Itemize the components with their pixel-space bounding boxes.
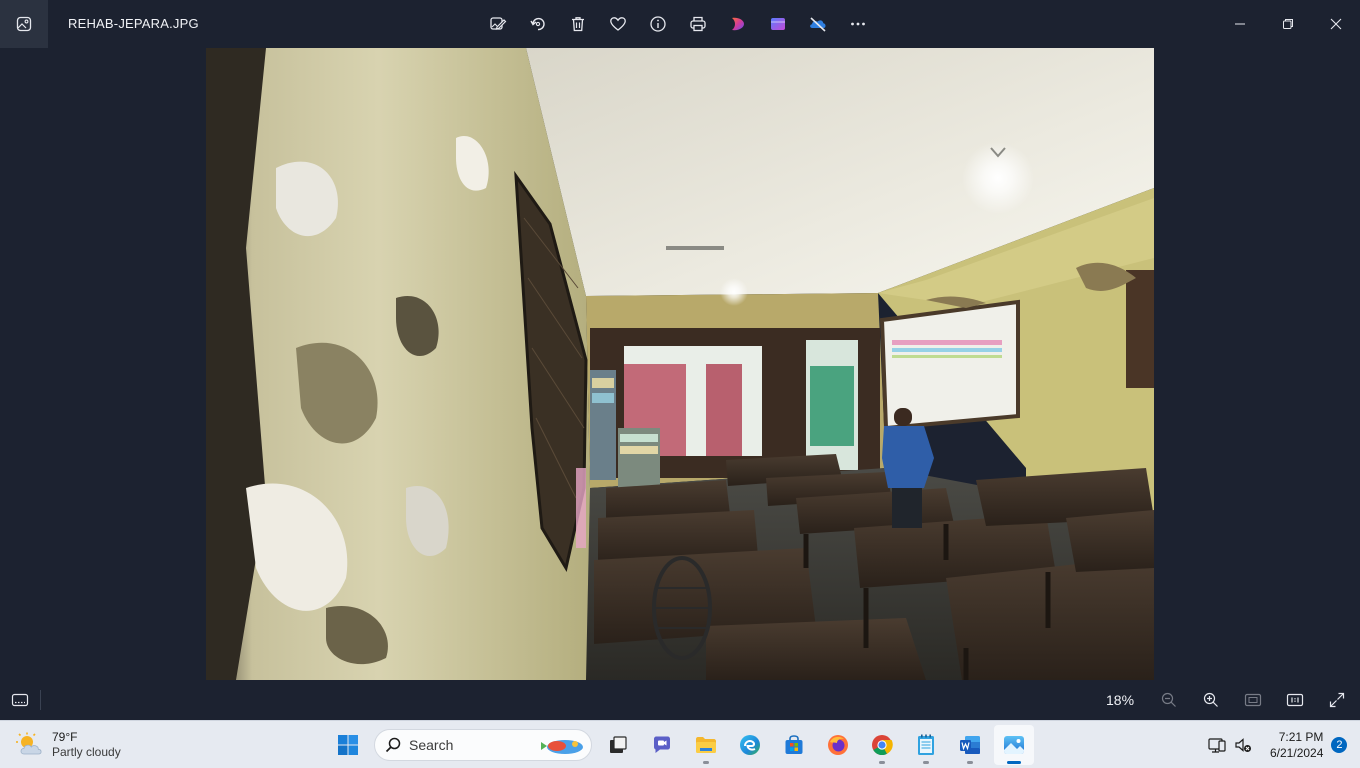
word-icon (960, 736, 980, 754)
chrome-button[interactable] (862, 725, 902, 765)
rotate-icon (530, 17, 545, 31)
title-bar: REHAB-JEPARA.JPG (0, 0, 1360, 48)
search-placeholder: Search (409, 737, 454, 753)
minimize-button[interactable] (1216, 0, 1264, 48)
edit-image-button[interactable] (478, 4, 518, 44)
full-screen-button[interactable] (1316, 680, 1358, 720)
restore-button[interactable] (1264, 0, 1312, 48)
clock-date: 6/21/2024 (1270, 746, 1324, 760)
zoom-level: 18% (1106, 692, 1135, 708)
edge-button[interactable] (730, 725, 770, 765)
notepad-icon (918, 734, 934, 755)
firefox-icon (828, 735, 848, 755)
photos-app-icon[interactable] (0, 0, 48, 48)
weather-temperature: 79°F (52, 730, 78, 744)
volume-tray-button[interactable] (1230, 725, 1256, 765)
edit-image-icon (490, 17, 507, 30)
clipchamp-icon (732, 17, 744, 31)
taskbar-apps: Search (328, 725, 1038, 765)
task-view-icon (610, 736, 627, 753)
info-button[interactable] (638, 4, 678, 44)
teams-chat-button[interactable] (642, 725, 682, 765)
more-icon (851, 22, 865, 26)
image-toolbar (478, 4, 878, 44)
search-highlight-icon (541, 740, 583, 754)
start-button[interactable] (328, 725, 368, 765)
zoom-controls (1148, 680, 1358, 720)
active-indicator (1007, 761, 1021, 764)
expand-icon (1329, 692, 1345, 708)
onedrive-button[interactable] (798, 4, 838, 44)
search-icon (385, 737, 401, 753)
info-icon (650, 16, 666, 32)
photos-app-taskbar-icon (1004, 736, 1024, 754)
status-bar: 18% (0, 680, 1360, 720)
chat-icon (654, 736, 670, 753)
delete-button[interactable] (558, 4, 598, 44)
notepad-button[interactable] (906, 725, 946, 765)
heart-icon (610, 17, 626, 31)
classroom-photo (206, 48, 1154, 680)
system-tray: 7:21 PM 6/21/2024 2 (1204, 725, 1348, 765)
rotate-button[interactable] (518, 4, 558, 44)
running-indicator (923, 761, 929, 764)
minimize-icon (1235, 23, 1245, 25)
status-divider (40, 690, 41, 710)
onedrive-offline-icon (810, 17, 826, 32)
taskbar-clock[interactable]: 7:21 PM 6/21/2024 (1270, 729, 1323, 761)
clock-time: 7:21 PM (1278, 730, 1324, 744)
close-button[interactable] (1312, 0, 1360, 48)
delete-icon (572, 17, 584, 32)
notification-badge[interactable]: 2 (1331, 737, 1348, 753)
filmstrip-button[interactable] (0, 680, 40, 720)
fit-window-icon (1244, 693, 1262, 707)
print-button[interactable] (678, 4, 718, 44)
firefox-button[interactable] (818, 725, 858, 765)
partly-cloudy-icon (16, 732, 42, 755)
restore-icon (1283, 19, 1293, 29)
close-icon (1330, 18, 1342, 30)
zoom-out-button[interactable] (1148, 680, 1190, 720)
favorite-button[interactable] (598, 4, 638, 44)
photos-button[interactable] (994, 725, 1034, 765)
running-indicator (879, 761, 885, 764)
zoom-in-button[interactable] (1190, 680, 1232, 720)
chrome-icon (872, 735, 893, 756)
weather-widget[interactable]: 79°F Partly cloudy (16, 727, 121, 763)
edge-browser-icon (740, 735, 760, 755)
taskbar-search[interactable]: Search (374, 729, 592, 761)
folder-icon (696, 737, 716, 753)
file-name: REHAB-JEPARA.JPG (68, 16, 199, 31)
zoom-in-icon (1203, 692, 1218, 707)
more-options-button[interactable] (838, 4, 878, 44)
designer-button[interactable] (758, 4, 798, 44)
window-controls (1216, 0, 1360, 48)
task-view-button[interactable] (598, 725, 638, 765)
weather-description: Partly cloudy (52, 745, 121, 759)
running-indicator (967, 761, 973, 764)
actual-size-button[interactable] (1274, 680, 1316, 720)
taskbar: 79°F Partly cloudy Search 7:21 PM 6/21/2… (0, 720, 1360, 768)
clipchamp-button[interactable] (718, 4, 758, 44)
word-button[interactable] (950, 725, 990, 765)
zoom-out-icon (1161, 692, 1176, 707)
actual-size-icon (1286, 693, 1304, 707)
designer-icon (771, 18, 785, 30)
phone-link-icon (1208, 738, 1226, 753)
fit-to-window-button[interactable] (1232, 680, 1274, 720)
image-viewport[interactable] (0, 48, 1360, 680)
volume-muted-icon (1235, 738, 1251, 752)
print-icon (690, 16, 706, 32)
filmstrip-icon (11, 693, 29, 707)
device-connect-tray-button[interactable] (1204, 725, 1230, 765)
windows-logo-icon (338, 735, 358, 755)
microsoft-store-button[interactable] (774, 725, 814, 765)
running-indicator (703, 761, 709, 764)
file-explorer-button[interactable] (686, 725, 726, 765)
store-icon (785, 735, 803, 754)
